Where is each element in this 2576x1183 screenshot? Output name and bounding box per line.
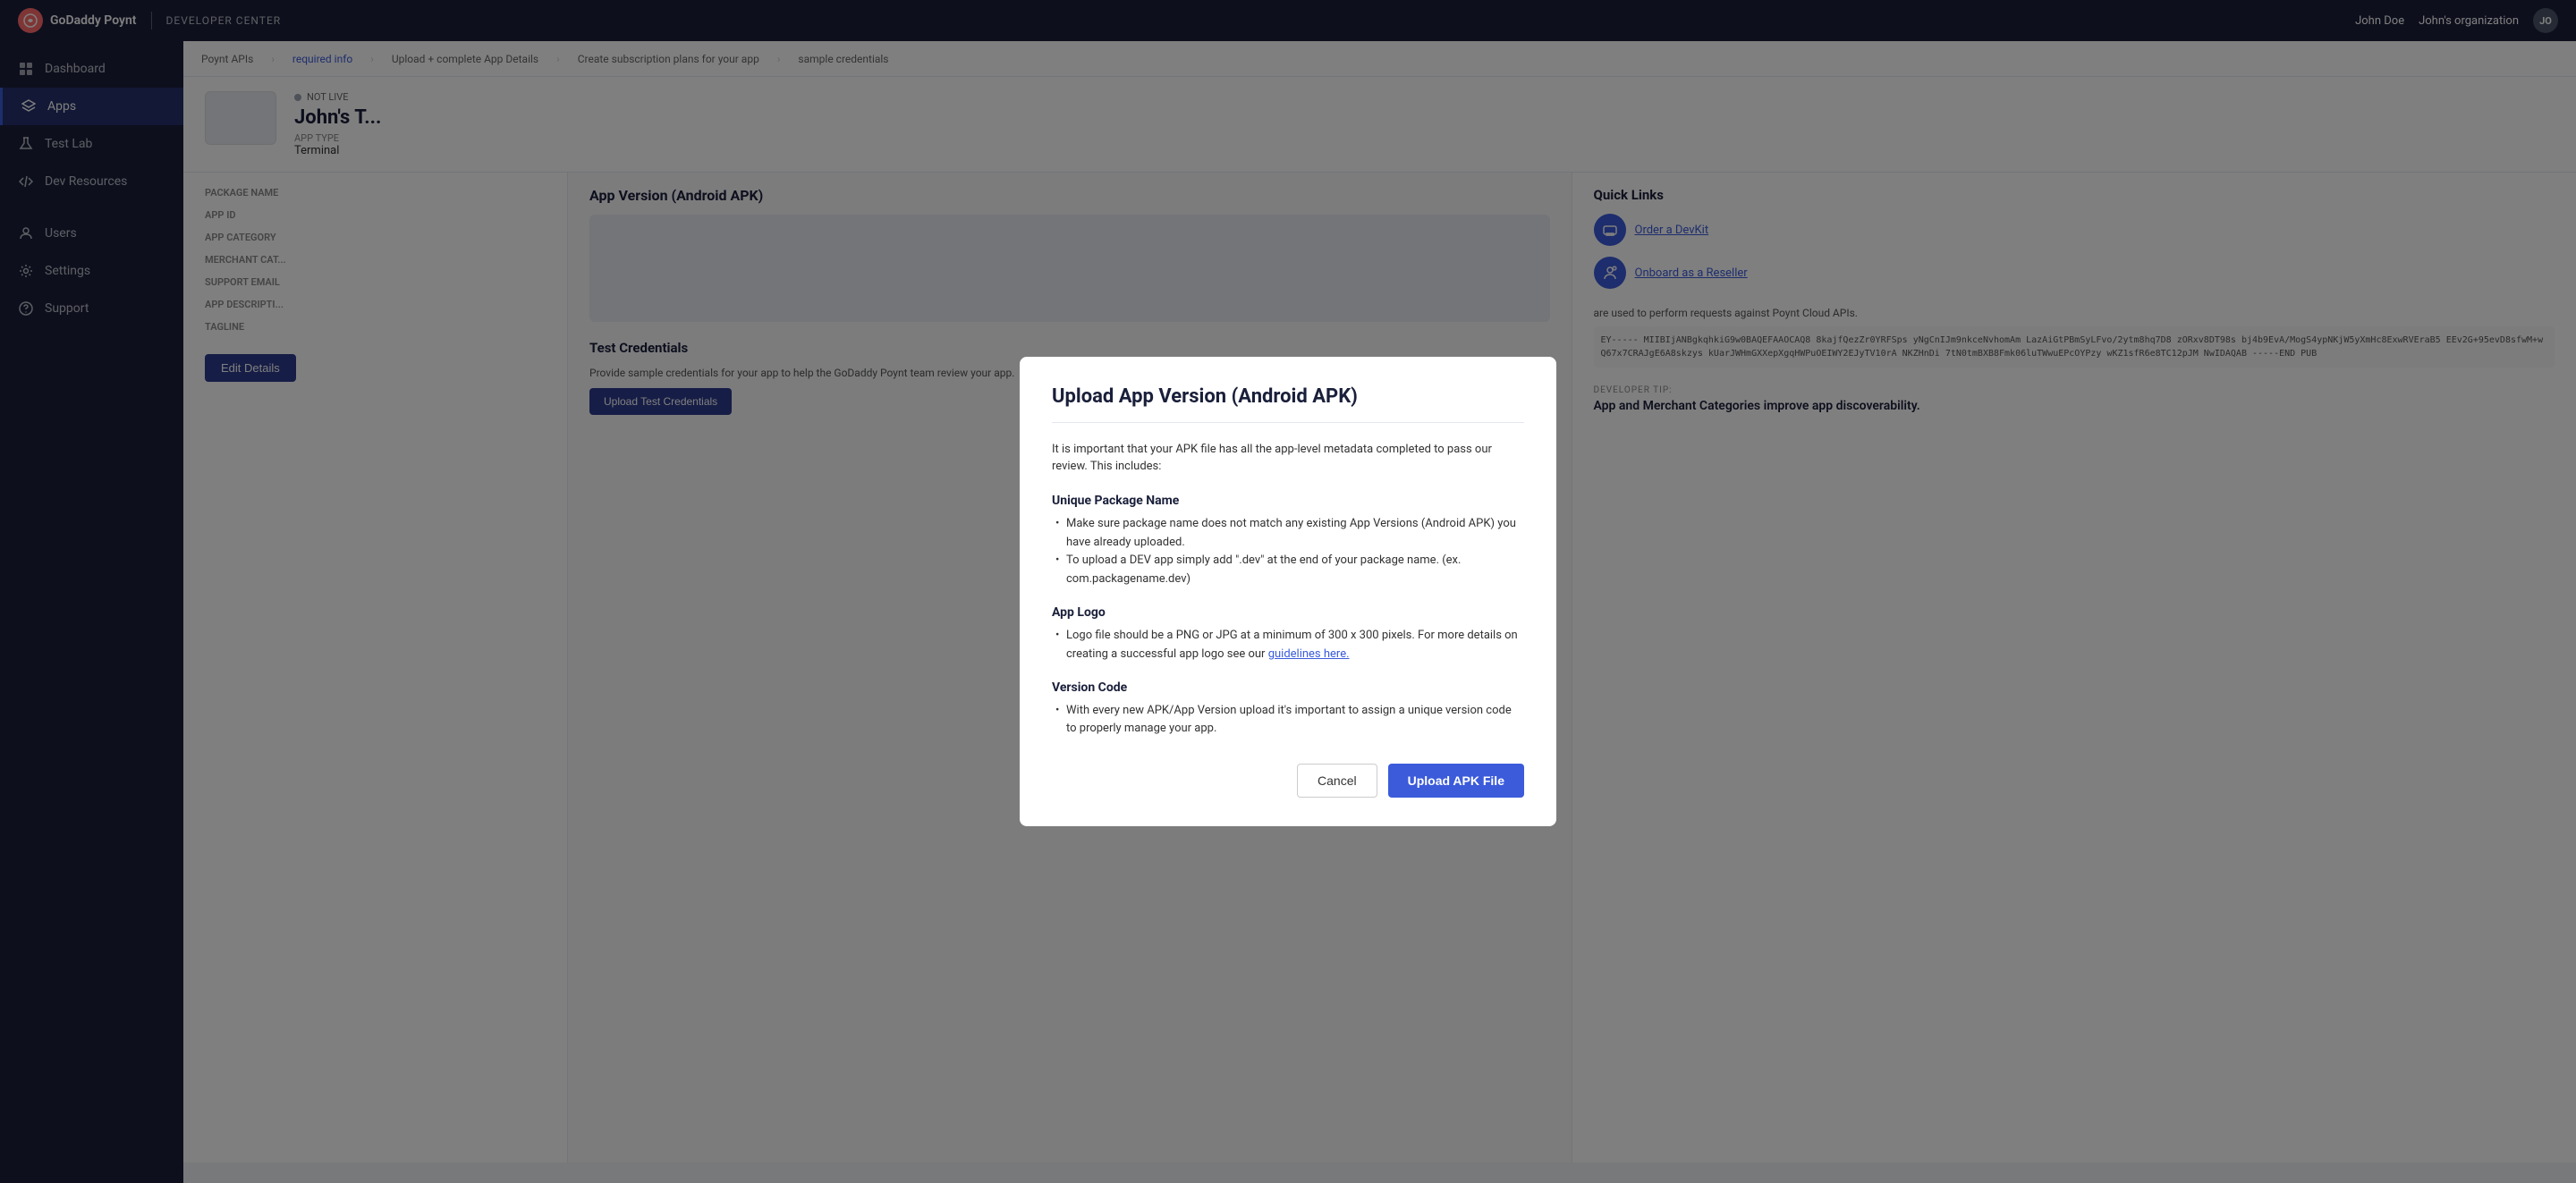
modal-section-package-name: Unique Package Name Make sure package na… bbox=[1052, 494, 1524, 589]
modal-bullet-1-2: To upload a DEV app simply add ".dev" at… bbox=[1052, 552, 1524, 589]
modal-intro: It is important that your APK file has a… bbox=[1052, 441, 1524, 476]
modal-section-title-3: Version Code bbox=[1052, 680, 1524, 695]
modal-actions: Cancel Upload APK File bbox=[1052, 764, 1524, 798]
upload-apk-button[interactable]: Upload APK File bbox=[1388, 764, 1524, 798]
modal-title: Upload App Version (Android APK) bbox=[1052, 385, 1524, 423]
modal-section-title-2: App Logo bbox=[1052, 605, 1524, 620]
modal-bullet-2-1: Logo file should be a PNG or JPG at a mi… bbox=[1052, 627, 1524, 664]
upload-apk-modal: Upload App Version (Android APK) It is i… bbox=[1020, 357, 1556, 826]
modal-section-version-code: Version Code With every new APK/App Vers… bbox=[1052, 680, 1524, 739]
modal-section-title-1: Unique Package Name bbox=[1052, 494, 1524, 508]
modal-section-logo: App Logo Logo file should be a PNG or JP… bbox=[1052, 605, 1524, 664]
modal-bullet-3-1: With every new APK/App Version upload it… bbox=[1052, 702, 1524, 739]
cancel-button[interactable]: Cancel bbox=[1297, 764, 1377, 798]
modal-overlay[interactable]: Upload App Version (Android APK) It is i… bbox=[0, 0, 2576, 1183]
guidelines-link[interactable]: guidelines here. bbox=[1268, 647, 1350, 661]
modal-bullet-1-1: Make sure package name does not match an… bbox=[1052, 515, 1524, 553]
